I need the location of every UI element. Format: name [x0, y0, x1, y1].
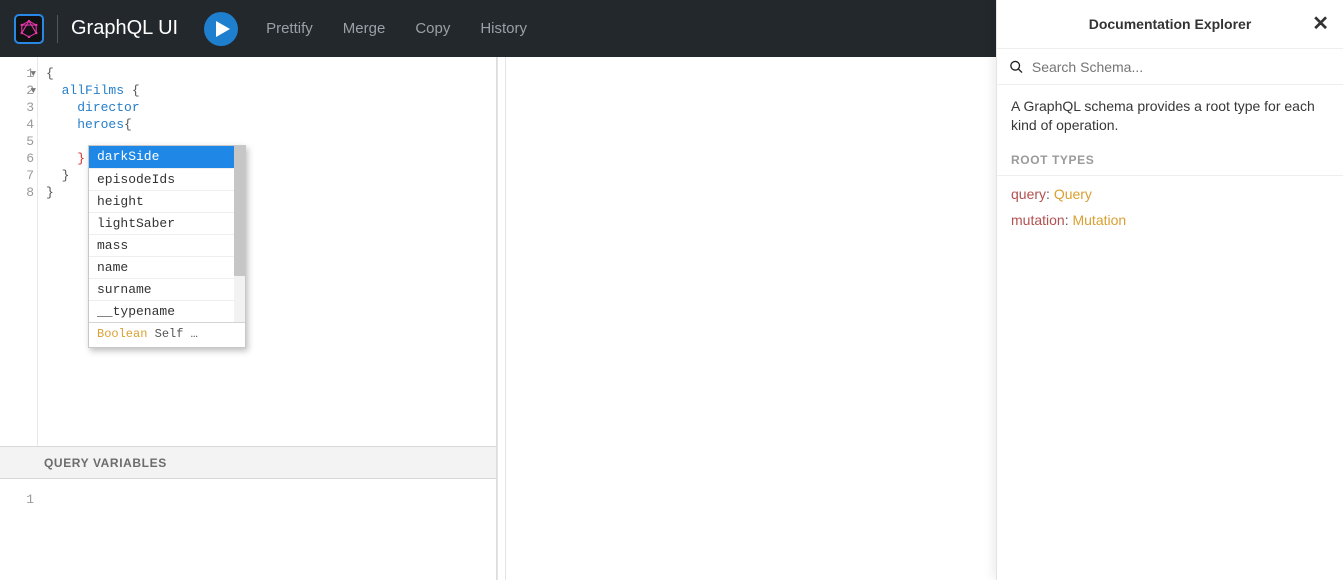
hint-type: Boolean	[97, 327, 147, 341]
divider	[57, 15, 58, 43]
editor-gutter: 1▼2▼345678	[0, 57, 40, 446]
copy-button[interactable]: Copy	[415, 20, 450, 37]
prettify-button[interactable]: Prettify	[266, 20, 313, 37]
toolbar-links: Prettify Merge Copy History	[266, 20, 527, 37]
variables-gutter: 1	[0, 479, 40, 580]
close-icon[interactable]: ✕	[1312, 14, 1329, 34]
autocomplete-scroll-thumb[interactable]	[234, 146, 245, 276]
line-number: 5	[0, 133, 34, 150]
query-editor[interactable]: 1▼2▼345678 { allFilms { director heroes{…	[0, 57, 496, 446]
root-type-row: mutation: Mutation	[1011, 212, 1329, 228]
autocomplete-item[interactable]: height	[89, 190, 245, 212]
variables-code[interactable]	[40, 479, 52, 580]
autocomplete-item[interactable]: mass	[89, 234, 245, 256]
doc-title: Documentation Explorer	[1089, 16, 1252, 32]
pane-splitter[interactable]	[497, 57, 506, 580]
autocomplete-item[interactable]: __typename	[89, 300, 245, 322]
line-number: 4	[0, 116, 34, 133]
search-icon	[1009, 59, 1024, 75]
autocomplete-item[interactable]: name	[89, 256, 245, 278]
line-number: 1▼	[0, 65, 34, 82]
fold-icon[interactable]: ▼	[31, 83, 36, 100]
doc-root-types-label: ROOT TYPES	[997, 153, 1343, 176]
autocomplete-scrollbar[interactable]	[234, 146, 245, 322]
query-variables-editor[interactable]: 1	[0, 479, 496, 580]
code-line[interactable]: allFilms {	[46, 82, 140, 99]
line-number: 6	[0, 150, 34, 167]
autocomplete-item[interactable]: darkSide	[89, 146, 245, 168]
history-button[interactable]: History	[480, 20, 527, 37]
autocomplete-list: darkSideepisodeIdsheightlightSabermassna…	[89, 146, 245, 322]
autocomplete-hint: Boolean Self …	[89, 322, 245, 347]
app-title: GraphQL UI	[71, 17, 178, 40]
root-type-link[interactable]: Mutation	[1072, 212, 1126, 228]
root-type-row: query: Query	[1011, 186, 1329, 202]
doc-search	[997, 49, 1343, 85]
play-icon	[216, 21, 230, 37]
doc-explorer: Documentation Explorer ✕ A GraphQL schem…	[996, 0, 1343, 580]
autocomplete-item[interactable]: surname	[89, 278, 245, 300]
line-number: 8	[0, 184, 34, 201]
graphql-icon	[20, 20, 38, 38]
doc-header: Documentation Explorer ✕	[997, 0, 1343, 49]
execute-button[interactable]	[204, 12, 238, 46]
search-input[interactable]	[1032, 59, 1331, 75]
query-variables-bar[interactable]: QUERY VARIABLES	[0, 446, 496, 479]
merge-button[interactable]: Merge	[343, 20, 386, 37]
doc-description: A GraphQL schema provides a root type fo…	[997, 85, 1343, 153]
doc-root-types: query: Query mutation: Mutation	[997, 176, 1343, 248]
fold-icon[interactable]: ▼	[31, 66, 36, 83]
code-line[interactable]: {	[46, 65, 140, 82]
root-type-link[interactable]: Query	[1054, 186, 1092, 202]
root-label[interactable]: query	[1011, 186, 1046, 202]
line-number: 1	[0, 491, 34, 508]
autocomplete-popup: darkSideepisodeIdsheightlightSabermassna…	[88, 145, 246, 348]
code-line[interactable]: heroes{	[46, 116, 140, 133]
line-number: 7	[0, 167, 34, 184]
hint-text: Self …	[155, 327, 198, 341]
autocomplete-item[interactable]: episodeIds	[89, 168, 245, 190]
line-number: 3	[0, 99, 34, 116]
query-variables-label: QUERY VARIABLES	[44, 456, 167, 470]
editor-pane: 1▼2▼345678 { allFilms { director heroes{…	[0, 57, 497, 580]
root-label[interactable]: mutation	[1011, 212, 1065, 228]
line-number: 2▼	[0, 82, 34, 99]
code-line[interactable]: director	[46, 99, 140, 116]
autocomplete-item[interactable]: lightSaber	[89, 212, 245, 234]
app-logo	[14, 14, 44, 44]
